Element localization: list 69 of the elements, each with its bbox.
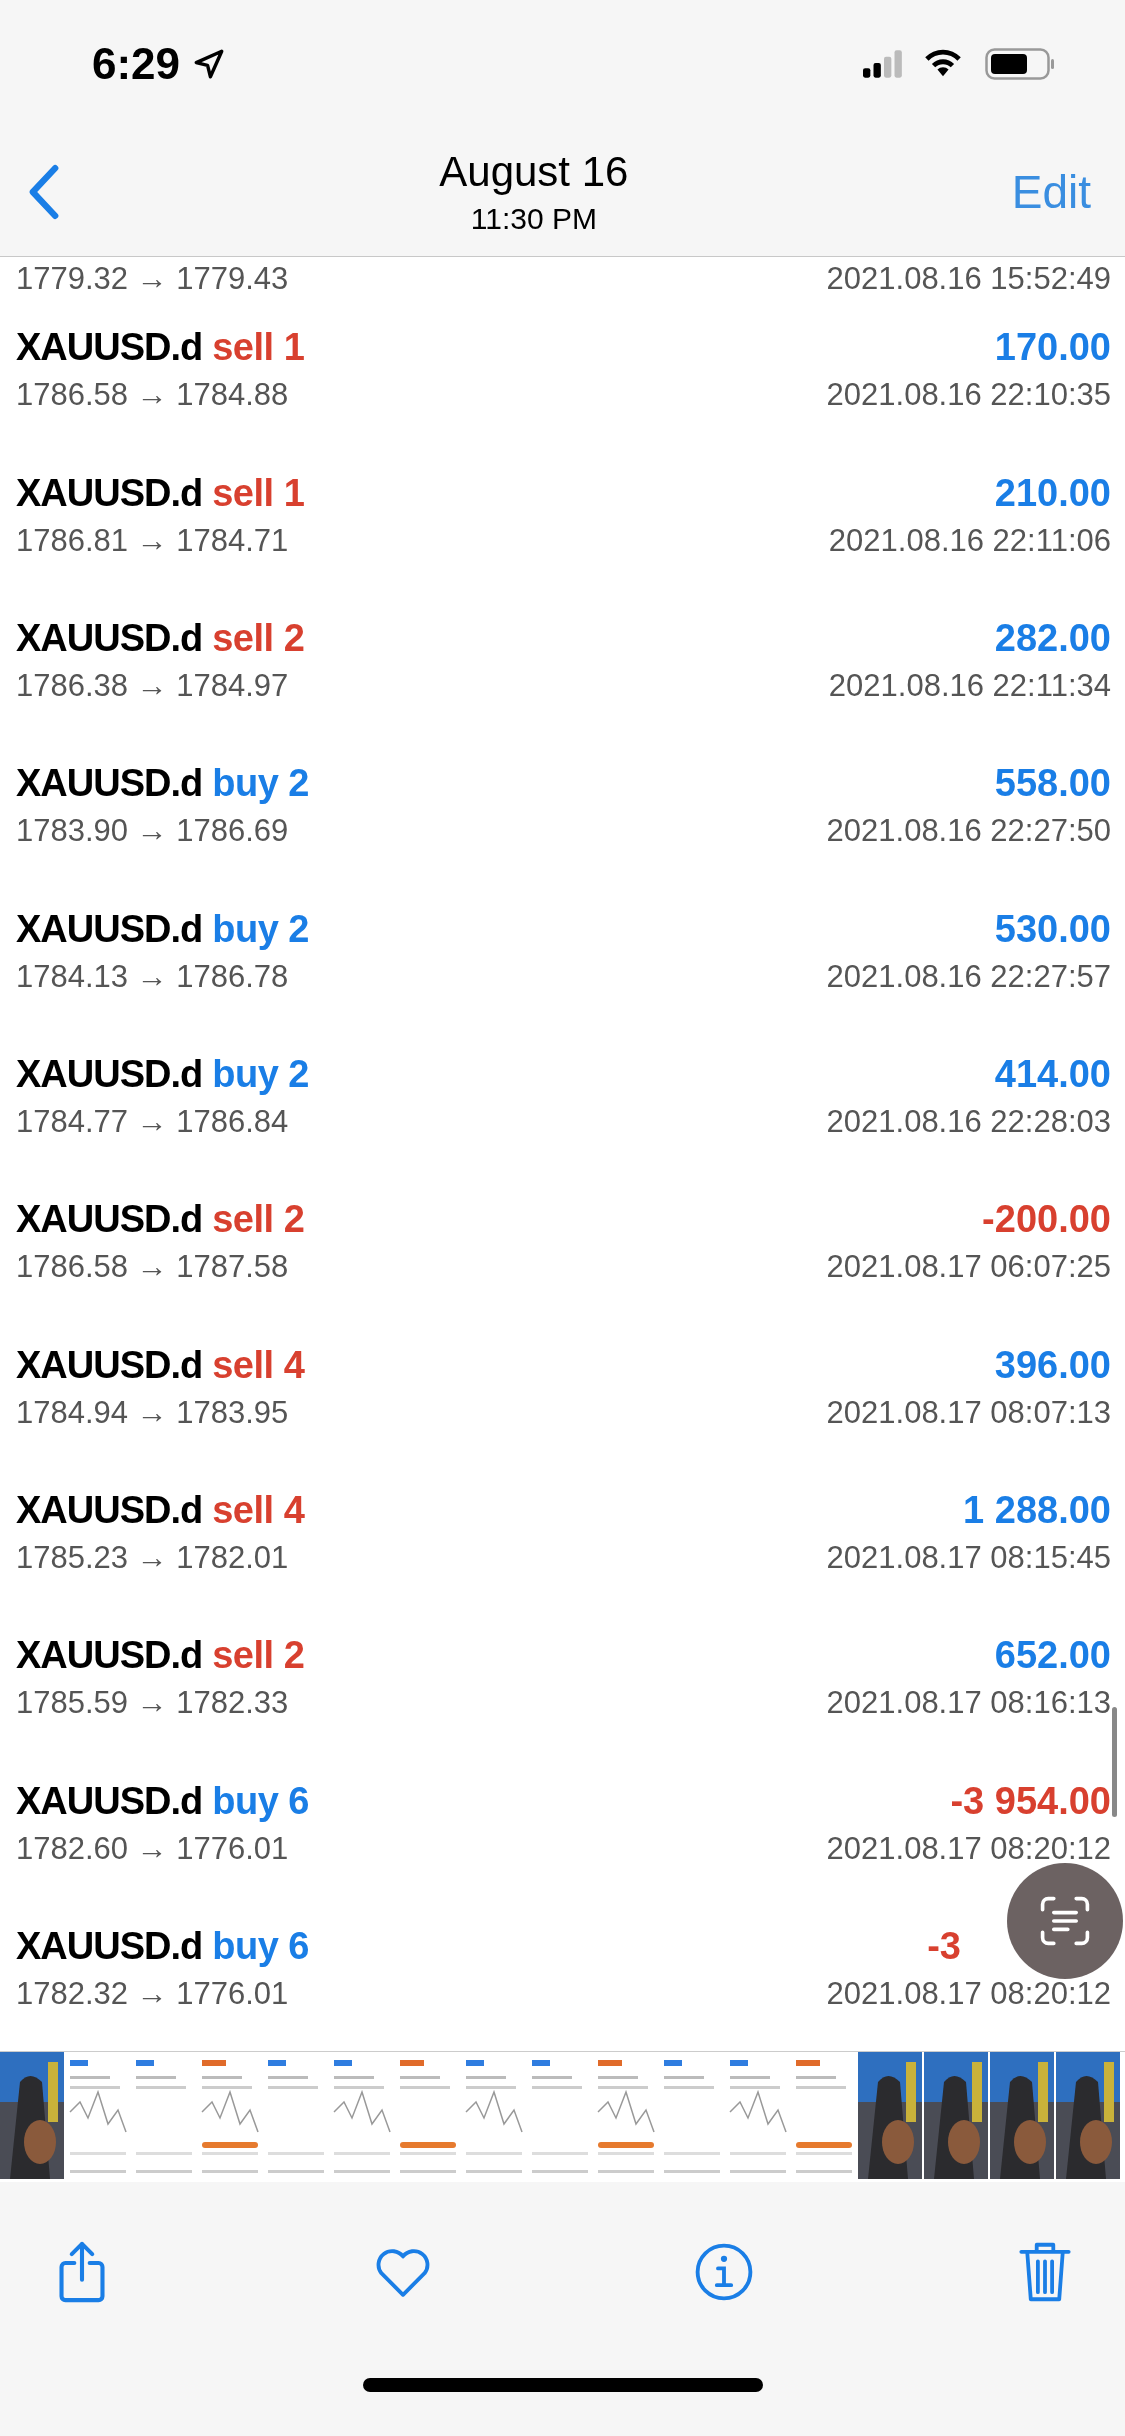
trade-profit: 652.00 xyxy=(994,1634,1111,1678)
trade-profit: 282.00 xyxy=(994,616,1111,660)
wifi-icon xyxy=(923,49,963,79)
trade-prices: 1784.13 → 1786.78 xyxy=(16,958,289,995)
trade-time: 2021.08.16 22:10:35 xyxy=(826,377,1111,414)
trade-order: buy 6 xyxy=(212,1924,309,1968)
trade-profit: 558.00 xyxy=(994,762,1111,806)
trade-order: sell 4 xyxy=(212,1488,305,1532)
trade-order: buy 2 xyxy=(212,762,309,806)
trade-prices: 1784.94 → 1783.95 xyxy=(16,1394,289,1431)
nav-subtitle: 11:30 PM xyxy=(470,202,597,236)
trade-symbol: XAUUSD.d xyxy=(16,907,203,951)
trade-order: buy 2 xyxy=(212,907,309,951)
trade-prices: 1784.77 → 1786.84 xyxy=(16,1103,289,1140)
trade-order: sell 2 xyxy=(212,616,305,660)
trade-order: sell 1 xyxy=(212,471,305,515)
trade-profit: 210.00 xyxy=(994,471,1111,515)
signal-icon xyxy=(863,50,905,78)
trade-symbol: XAUUSD.d xyxy=(16,1343,203,1387)
trade-order: sell 4 xyxy=(212,1343,305,1387)
trade-time: 2021.08.16 22:11:06 xyxy=(828,522,1111,559)
status-time: 6:29 xyxy=(92,39,181,89)
trade-time: 2021.08.16 22:11:34 xyxy=(828,667,1111,704)
trade-symbol: XAUUSD.d xyxy=(16,762,203,806)
trade-time: 2021.08.16 15:52:49 xyxy=(826,261,1111,298)
trade-prices: 1786.38 → 1784.97 xyxy=(16,667,289,704)
trade-symbol: XAUUSD.d xyxy=(16,1634,203,1678)
trade-symbol: XAUUSD.d xyxy=(16,1052,203,1096)
trade-time: 2021.08.17 06:07:25 xyxy=(826,1249,1111,1286)
trade-order: sell 2 xyxy=(212,1198,305,1242)
nav-title: August 16 xyxy=(439,148,629,196)
trade-symbol: XAUUSD.d xyxy=(16,1779,203,1823)
trade-symbol: XAUUSD.d xyxy=(16,1198,203,1242)
trade-order: sell 2 xyxy=(212,1634,305,1678)
trade-prices: 1786.58 → 1787.58 xyxy=(16,1249,289,1286)
trade-profit: 396.00 xyxy=(994,1343,1111,1387)
trade-prices: 1786.81 → 1784.71 xyxy=(16,522,289,559)
trade-profit: -3 954.00 xyxy=(950,1779,1111,1823)
trade-profit: -200.00 xyxy=(982,1198,1111,1242)
trade-symbol: XAUUSD.d xyxy=(16,1488,203,1532)
trade-prices: 1782.60 → 1776.01 xyxy=(16,1830,289,1867)
trade-symbol: XAUUSD.d xyxy=(16,471,203,515)
edit-button[interactable]: Edit xyxy=(1005,165,1097,219)
trade-prices: 1782.32 → 1776.01 xyxy=(16,1975,289,2012)
trade-prices: 1779.32 → 1779.43 xyxy=(16,261,289,298)
trade-symbol: XAUUSD.d xyxy=(16,616,203,660)
trade-profit: 530.00 xyxy=(994,907,1111,951)
trade-profit: 414.00 xyxy=(994,1052,1111,1096)
trade-prices: 1785.59 → 1782.33 xyxy=(16,1685,289,1722)
trade-time: 2021.08.17 08:16:13 xyxy=(826,1685,1111,1722)
trade-prices: 1786.58 → 1784.88 xyxy=(16,377,289,414)
trade-time: 2021.08.16 22:27:50 xyxy=(826,813,1111,850)
trade-profit: 170.00 xyxy=(994,326,1111,370)
trade-time: 2021.08.17 08:07:13 xyxy=(826,1394,1111,1431)
trade-time: 2021.08.17 08:15:45 xyxy=(826,1539,1111,1576)
trade-order: buy 6 xyxy=(212,1779,309,1823)
trade-symbol: XAUUSD.d xyxy=(16,326,203,370)
trade-symbol: XAUUSD.d xyxy=(16,1924,203,1968)
trade-profit: 1 288.00 xyxy=(963,1488,1111,1532)
trade-time: 2021.08.16 22:27:57 xyxy=(826,958,1111,995)
trade-time: 2021.08.16 22:28:03 xyxy=(826,1103,1111,1140)
trade-time: 2021.08.17 08:20:12 xyxy=(826,1975,1111,2012)
trade-order: buy 2 xyxy=(212,1052,309,1096)
trade-time: 2021.08.17 08:20:12 xyxy=(826,1830,1111,1867)
trade-prices: 1785.23 → 1782.01 xyxy=(16,1539,289,1576)
battery-icon xyxy=(985,48,1055,80)
trade-order: sell 1 xyxy=(212,326,305,370)
trade-profit: -3 xyxy=(927,1924,961,1968)
trade-prices: 1783.90 → 1786.69 xyxy=(16,813,289,850)
